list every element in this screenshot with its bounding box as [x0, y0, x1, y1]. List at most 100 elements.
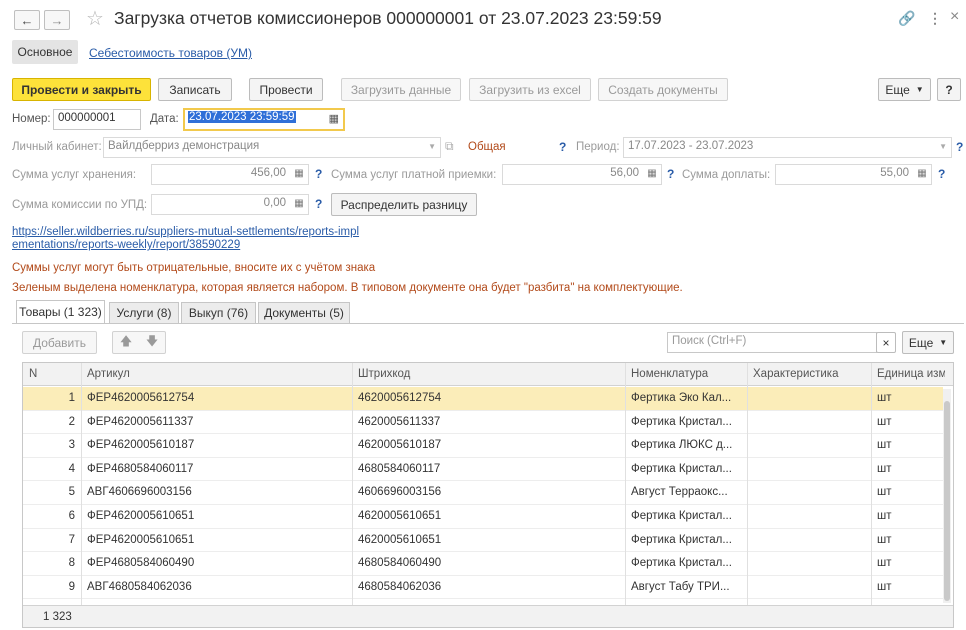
surcharge-help-icon[interactable]: ? — [938, 167, 945, 181]
period-help-icon[interactable]: ? — [956, 140, 963, 154]
report-link-line-2[interactable]: ementations/reports-weekly/report/385902… — [12, 238, 240, 252]
tab-goods[interactable]: Товары (1 323) — [16, 300, 105, 323]
tab-services[interactable]: Услуги (8) — [109, 302, 179, 323]
section-main[interactable]: Основное — [12, 40, 78, 64]
column-header-unit[interactable]: Единица изм — [871, 363, 945, 386]
column-header-nomenclature[interactable]: Номенклатура — [625, 363, 747, 386]
clear-search-button[interactable]: × — [876, 332, 896, 353]
cell-barcode: 4680584062036 — [358, 580, 442, 593]
table-more-label: Еще — [908, 335, 934, 350]
calculator-icon[interactable]: ▦ — [293, 168, 305, 180]
general-help-icon[interactable]: ? — [559, 140, 566, 154]
date-field[interactable]: 23.07.2023 23:59:59 ▦ — [183, 108, 345, 131]
table-more-button[interactable]: Еще ▼ — [902, 331, 954, 354]
post-button[interactable]: Провести — [249, 78, 323, 101]
cell-characteristic — [747, 458, 871, 481]
cabinet-field[interactable]: Вайлдберриз демонстрация ▼ — [103, 137, 441, 158]
vertical-scrollbar[interactable] — [943, 389, 951, 603]
dropdown-arrow-icon[interactable]: ▼ — [428, 142, 436, 151]
create-documents-button[interactable]: Создать документы — [598, 78, 728, 101]
table-row[interactable]: 2 ФЕР4620005611337 4620005611337 Фертика Кр… — [23, 411, 943, 435]
table-row[interactable]: 1 ФЕР4620005612754 4620005612754 Фертика Эк… — [23, 387, 943, 411]
surcharge-value: 55,00 — [880, 167, 909, 179]
calculator-icon[interactable]: ▦ — [916, 168, 928, 180]
storage-help-icon[interactable]: ? — [315, 167, 322, 181]
period-value: 17.07.2023 - 23.07.2023 — [628, 140, 754, 152]
cell-n: 9 — [68, 580, 75, 593]
close-icon[interactable]: × — [950, 8, 959, 26]
arrow-down-icon[interactable]: 🡇 — [146, 332, 158, 353]
arrow-up-icon[interactable]: 🡅 — [120, 332, 132, 353]
cell-article: ФЕР4680584060117 — [87, 462, 194, 475]
search-input[interactable]: Поиск (Ctrl+F) — [667, 332, 877, 353]
table-row[interactable]: 9 АВГ4680584062036 4680584062036 Август Таб… — [23, 576, 943, 600]
goods-table[interactable]: N Артикул Штрихкод Номенклатура Характер… — [22, 362, 954, 628]
table-row[interactable]: 3 ФЕР4620005610187 4620005610187 Фертика ЛЮ… — [23, 434, 943, 458]
paid-acceptance-value: 56,00 — [610, 167, 639, 179]
cell-characteristic — [747, 576, 871, 599]
column-header-n[interactable]: N — [23, 363, 81, 386]
post-and-close-button[interactable]: Провести и закрыть — [12, 78, 151, 101]
storage-field[interactable]: 456,00 ▦ — [151, 164, 309, 185]
more-menu-icon[interactable]: ⋮ — [928, 10, 942, 27]
paid-acceptance-label: Сумма услуг платной приемки: — [331, 169, 497, 181]
period-field[interactable]: 17.07.2023 - 23.07.2023 ▼ — [623, 137, 952, 158]
cell-characteristic — [747, 434, 871, 457]
table-row[interactable]: 8 ФЕР4680584060490 4680584060490 Фертика Кр… — [23, 552, 943, 576]
paid-acceptance-help-icon[interactable]: ? — [667, 167, 674, 181]
cell-article: АВГ4680584062036 — [87, 580, 192, 593]
load-data-button[interactable]: Загрузить данные — [341, 78, 461, 101]
surcharge-field[interactable]: 55,00 ▦ — [775, 164, 932, 185]
cell-nomenclature: Фертика ЛЮКС д... — [631, 439, 733, 452]
calculator-icon[interactable]: ▦ — [293, 198, 305, 210]
table-row[interactable]: 4 ФЕР4680584060117 4680584060117 Фертика Кр… — [23, 458, 943, 482]
help-button[interactable]: ? — [937, 78, 961, 101]
calculator-icon[interactable]: ▦ — [646, 168, 658, 180]
cell-nomenclature: Фертика Кристал... — [631, 533, 732, 546]
table-row[interactable]: 6 ФЕР4620005610651 4620005610651 Фертика Кр… — [23, 505, 943, 529]
cell-unit: шт — [877, 462, 892, 475]
more-label: Еще — [885, 82, 910, 97]
cell-n: 2 — [68, 415, 75, 428]
cell-n: 1 — [68, 392, 75, 404]
scrollbar-thumb[interactable] — [944, 401, 950, 601]
commission-help-icon[interactable]: ? — [315, 197, 322, 211]
forward-button[interactable]: → — [44, 10, 70, 30]
column-header-article[interactable]: Артикул — [81, 363, 352, 386]
cell-unit: шт — [877, 486, 892, 499]
paid-acceptance-field[interactable]: 56,00 ▦ — [502, 164, 662, 185]
load-excel-button[interactable]: Загрузить из excel — [469, 78, 591, 101]
distribute-difference-button[interactable]: Распределить разницу — [331, 193, 477, 216]
column-divider — [871, 363, 872, 627]
tab-documents[interactable]: Документы (5) — [258, 302, 350, 323]
tab-buyout[interactable]: Выкуп (76) — [181, 302, 256, 323]
cell-article: ФЕР4620005610187 — [87, 439, 195, 452]
back-button[interactable]: ← — [14, 10, 40, 30]
column-header-characteristic[interactable]: Характеристика — [747, 363, 871, 386]
calendar-icon[interactable]: ▦ — [329, 112, 339, 125]
cell-n: 3 — [68, 439, 75, 452]
save-button[interactable]: Записать — [158, 78, 232, 101]
surcharge-label: Сумма доплаты: — [682, 169, 771, 181]
section-cost-link[interactable]: Себестоимость товаров (УМ) — [89, 46, 252, 60]
cell-barcode: 4620005612754 — [358, 392, 442, 404]
more-button[interactable]: Еще ▼ — [878, 78, 931, 101]
cell-barcode: 4620005610651 — [358, 510, 442, 522]
move-buttons[interactable]: 🡅 🡇 — [112, 331, 166, 354]
link-icon[interactable]: 🔗 — [898, 10, 915, 27]
table-row[interactable]: 7 ФЕР4620005610651 4620005610651 Фертика Кр… — [23, 529, 943, 553]
add-row-button[interactable]: Добавить — [22, 331, 97, 354]
star-icon[interactable]: ☆ — [86, 6, 104, 31]
number-field[interactable]: 000000001 — [53, 109, 141, 130]
dropdown-arrow-icon[interactable]: ▼ — [939, 142, 947, 151]
chevron-down-icon: ▼ — [915, 85, 924, 94]
cell-n: 4 — [68, 462, 75, 475]
cell-unit: шт — [877, 439, 892, 452]
column-divider — [352, 363, 353, 627]
column-header-barcode[interactable]: Штрихкод — [352, 363, 625, 386]
table-row[interactable]: 5 АВГ4606696003156 4606696003156 Август Тер… — [23, 481, 943, 505]
open-link-icon[interactable]: ⧉ — [445, 139, 454, 154]
commission-field[interactable]: 0,00 ▦ — [151, 194, 309, 215]
report-link-line-1[interactable]: https://seller.wildberries.ru/suppliers-… — [12, 225, 359, 239]
cell-n: 5 — [68, 486, 75, 499]
